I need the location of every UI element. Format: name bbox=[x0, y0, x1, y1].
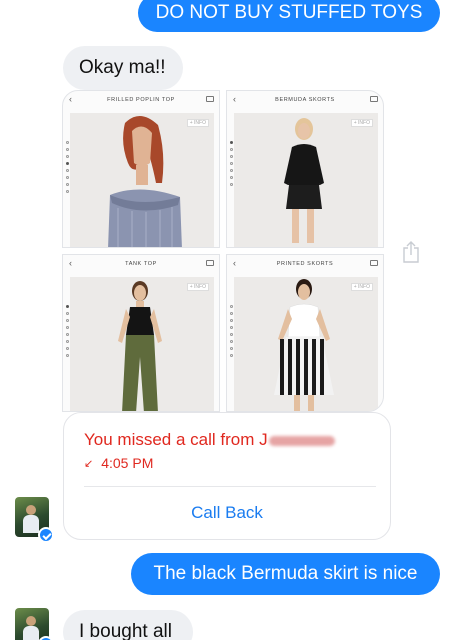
image-pager-dots bbox=[66, 305, 69, 361]
missed-call-card: You missed a call from J ↙ 4:05 PM Call … bbox=[63, 412, 391, 540]
image-pager-dots bbox=[66, 141, 69, 197]
product-image: + INFO bbox=[70, 113, 214, 247]
model-illustration bbox=[234, 277, 378, 411]
missed-call-icon: ↙ bbox=[84, 457, 94, 470]
messenger-badge-icon bbox=[38, 636, 54, 640]
image-pager-dots bbox=[230, 305, 233, 361]
photo-title: TANK TOP bbox=[125, 261, 157, 267]
product-image: + INFO bbox=[234, 277, 378, 411]
camera-icon bbox=[206, 260, 214, 266]
camera-icon bbox=[370, 96, 378, 102]
call-time: 4:05 PM bbox=[101, 455, 154, 471]
model-illustration bbox=[70, 113, 214, 247]
redacted-name bbox=[268, 435, 335, 446]
model-illustration bbox=[70, 277, 214, 411]
product-image: + INFO bbox=[234, 113, 378, 247]
product-photo[interactable]: ‹ FRILLED POPLIN TOP + INFO bbox=[62, 90, 220, 248]
share-icon[interactable] bbox=[401, 240, 421, 264]
divider bbox=[84, 486, 376, 487]
incoming-message-bubble[interactable]: Okay ma!! bbox=[63, 46, 183, 90]
info-label: + INFO bbox=[350, 119, 373, 127]
model-illustration bbox=[234, 113, 378, 247]
product-photo[interactable]: ‹ PRINTED SKORTS + INFO bbox=[226, 254, 384, 412]
messenger-badge-icon bbox=[38, 527, 54, 543]
image-pager-dots bbox=[230, 141, 233, 190]
product-photo[interactable]: ‹ BERMUDA SKORTS + INFO bbox=[226, 90, 384, 248]
info-label: + INFO bbox=[186, 283, 209, 291]
message-text: Okay ma!! bbox=[79, 57, 166, 78]
info-label: + INFO bbox=[186, 119, 209, 127]
product-photo[interactable]: ‹ TANK TOP + INFO bbox=[62, 254, 220, 412]
outgoing-message-bubble[interactable]: DO NOT BUY STUFFED TOYS bbox=[138, 0, 440, 32]
product-photo-grid: ‹ FRILLED POPLIN TOP + INFO ‹ BERMUDA SK… bbox=[62, 90, 384, 412]
camera-icon bbox=[206, 96, 214, 102]
missed-call-title: You missed a call from J bbox=[84, 430, 335, 450]
message-text: DO NOT BUY STUFFED TOYS bbox=[155, 2, 423, 23]
photo-title: FRILLED POPLIN TOP bbox=[107, 97, 175, 103]
message-text: I bought all bbox=[79, 621, 172, 640]
photo-title: BERMUDA SKORTS bbox=[275, 97, 335, 103]
photo-title: PRINTED SKORTS bbox=[276, 261, 334, 267]
camera-icon bbox=[370, 260, 378, 266]
outgoing-message-bubble[interactable]: The black Bermuda skirt is nice bbox=[131, 553, 440, 595]
incoming-message-bubble[interactable]: I bought all bbox=[63, 610, 193, 640]
message-text: The black Bermuda skirt is nice bbox=[153, 563, 418, 584]
info-label: + INFO bbox=[350, 283, 373, 291]
call-time-row: ↙ 4:05 PM bbox=[84, 455, 153, 471]
call-back-button[interactable]: Call Back bbox=[64, 503, 390, 523]
product-image: + INFO bbox=[70, 277, 214, 411]
